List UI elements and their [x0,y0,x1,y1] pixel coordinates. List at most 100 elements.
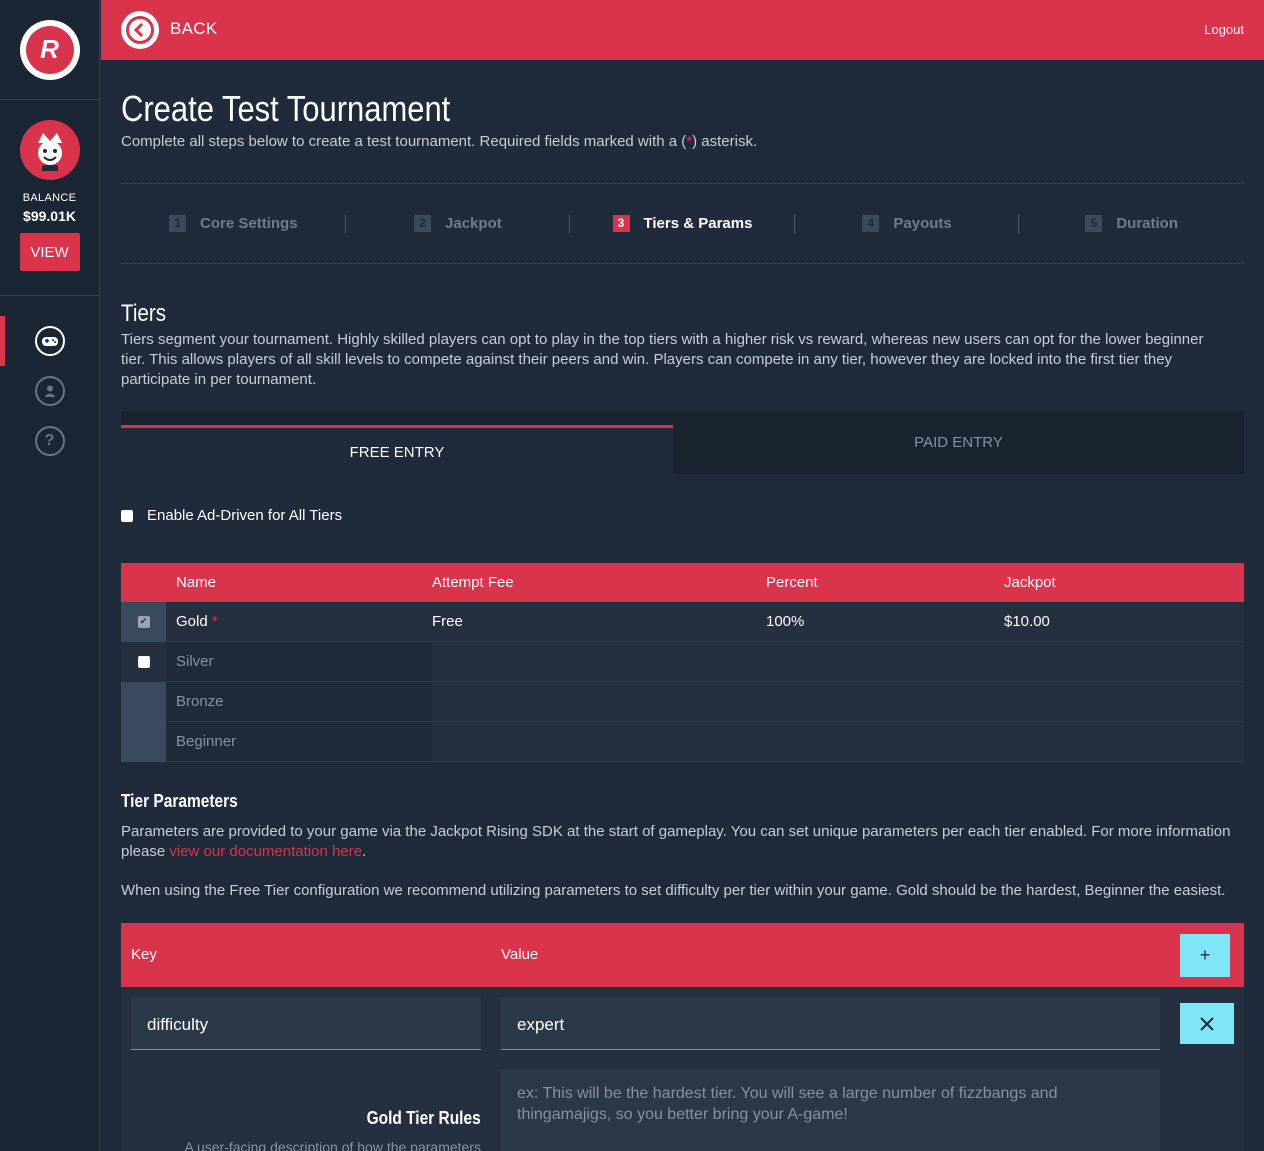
logo-mark: R [25,25,74,74]
step-number: 2 [414,215,432,232]
step-jackpot[interactable]: 2 Jackpot [346,215,571,233]
tier-fee [432,682,766,721]
disabled-checkbox-cell [121,681,166,722]
tier-parameters-title: Tier Parameters [121,791,238,811]
tier-rules-title: Gold Tier Rules [366,1108,481,1128]
tier-percent [766,722,1004,761]
header-spacer [121,563,166,603]
tier-rules-hint: A user-facing description of how the par… [184,1139,482,1151]
table-row[interactable]: Silver [121,641,1244,682]
gamepad-icon [34,326,65,356]
column-percent: Percent [766,574,818,591]
back-button[interactable]: BACK [170,19,218,39]
params-desc-end: . [362,843,367,860]
tier-percent [766,642,1004,681]
tier-parameters-description: Parameters are provided to your game via… [121,822,1231,862]
tier-jackpot [1004,682,1244,721]
sidebar: R BALANCE $99.01K VIEW ? [0,0,100,1151]
user-icon [34,376,65,406]
tier-name: Bronze [176,693,224,710]
profile-panel: BALANCE $99.01K VIEW [0,100,99,296]
tier-jackpot: $10.00 [1004,613,1050,630]
tiers-title: Tiers [121,300,167,327]
ad-driven-option[interactable]: Enable Ad-Driven for All Tiers [121,507,342,524]
step-number: 3 [612,215,630,232]
app-logo[interactable]: R [19,19,80,80]
table-row: Bronze [121,681,1244,722]
value-header: Value [501,946,539,963]
silver-tier-checkbox[interactable] [137,655,150,668]
tier-rules-textarea[interactable]: ex: This will be the hardest tier. You w… [501,1069,1160,1151]
tier-name-text: Gold [176,613,208,630]
ad-driven-checkbox[interactable] [121,509,133,522]
step-duration[interactable]: 5 Duration [1019,215,1244,232]
step-label: Tiers & Params [643,215,753,232]
table-row: Beginner [121,721,1244,762]
gold-tier-checkbox[interactable]: ✔ [137,615,150,628]
tier-jackpot [1004,722,1244,761]
tier-percent [766,682,1004,721]
entry-tabs: FREE ENTRY PAID ENTRY [121,411,1244,474]
row-checkbox-cell: ✔ [121,601,166,642]
tier-fee: Free [432,613,463,630]
tier-name: Silver [176,653,214,670]
page-title: Create Test Tournament [121,88,451,129]
disabled-checkbox-cell [121,721,166,762]
tier-name: Gold * [166,613,432,630]
parameter-value-input[interactable]: expert [501,997,1160,1050]
tab-paid-entry[interactable]: PAID ENTRY [673,411,1244,474]
tab-free-entry[interactable]: FREE ENTRY [121,425,673,474]
required-asterisk: * [211,613,218,630]
parameter-key-input[interactable]: difficulty [131,997,481,1050]
balance-value: $99.01K [23,208,76,224]
tier-percent: 100% [766,613,805,630]
jester-avatar-icon [37,133,62,171]
ad-driven-label: Enable Ad-Driven for All Tiers [147,507,343,524]
parameters-table: Key Value + difficulty expert Gold Tier … [121,923,1244,1151]
table-header: Name Attempt Fee Percent Jackpot [121,563,1244,602]
step-core-settings[interactable]: 1 Core Settings [121,215,346,233]
add-parameter-button[interactable]: + [1180,934,1230,977]
tiers-description: Tiers segment your tournament. Highly sk… [121,331,1204,388]
nav-item-profile[interactable] [0,366,99,416]
avatar[interactable] [19,120,80,180]
help-icon: ? [34,426,65,456]
documentation-link[interactable]: view our documentation here [169,843,362,860]
close-icon [1200,1016,1214,1031]
tier-name: Beginner [176,733,237,750]
row-checkbox-cell [121,641,166,682]
tier-fee [432,642,766,681]
tiers-table: Name Attempt Fee Percent Jackpot ✔ Gold … [121,563,1244,762]
step-number: 5 [1085,215,1103,232]
step-tiers-params[interactable]: 3 Tiers & Params [570,215,795,233]
nav-item-help[interactable]: ? [0,416,99,466]
column-name: Name [176,574,217,591]
logo-area: R [0,0,99,100]
step-number: 4 [862,215,880,232]
tier-fee [432,722,766,761]
view-balance-button[interactable]: VIEW [19,233,80,271]
subtitle-text-end: ) asterisk. [692,133,758,150]
column-jackpot: Jackpot [1004,574,1056,591]
step-label: Core Settings [200,215,298,232]
parameters-header: Key Value + [121,923,1244,987]
step-label: Payouts [893,215,952,232]
logout-link[interactable]: Logout [1204,22,1244,37]
column-attempt-fee: Attempt Fee [432,574,514,591]
step-label: Duration [1116,215,1178,232]
top-bar: BACK Logout [101,0,1264,60]
step-payouts[interactable]: 4 Payouts [795,215,1020,233]
nav-item-games[interactable] [0,316,99,366]
step-indicator: 1 Core Settings 2 Jackpot 3 Tiers & Params … [121,183,1244,264]
subtitle-text: Complete all steps below to create a tes… [121,133,687,150]
balance-label: BALANCE [22,192,77,204]
key-header: Key [131,946,157,963]
tier-parameters-note: When using the Free Tier configuration w… [121,882,1226,899]
table-row[interactable]: ✔ Gold * Free 100% $10.00 [121,601,1244,642]
remove-parameter-button[interactable] [1180,1003,1234,1044]
step-number: 1 [169,215,187,232]
back-arrow-icon[interactable] [121,11,159,49]
tier-jackpot [1004,642,1244,681]
page-subtitle: Complete all steps below to create a tes… [121,133,757,150]
step-label: Jackpot [445,215,502,232]
